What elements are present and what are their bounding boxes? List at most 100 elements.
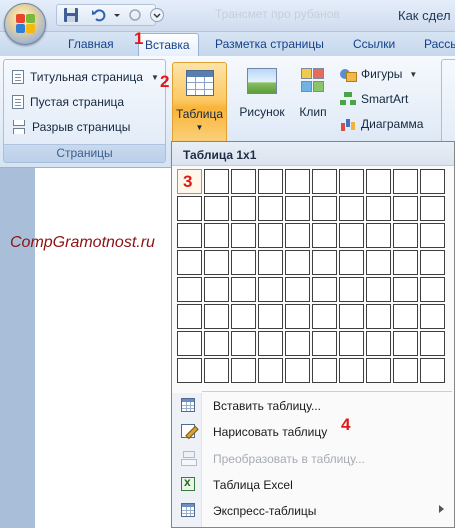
tab-references[interactable]: Ссылки (353, 37, 395, 51)
table-size-grid[interactable]: 3 (177, 169, 452, 384)
grid-cell[interactable] (285, 196, 310, 221)
grid-cell[interactable] (366, 358, 391, 383)
grid-cell[interactable] (177, 277, 202, 302)
grid-cell[interactable] (285, 331, 310, 356)
save-icon[interactable] (63, 7, 79, 23)
grid-cell[interactable] (312, 331, 337, 356)
shapes-button[interactable]: Фигуры ▼ (340, 64, 417, 84)
grid-cell[interactable] (420, 304, 445, 329)
tab-home[interactable]: Главная (68, 37, 114, 51)
grid-cell[interactable] (312, 196, 337, 221)
tab-insert[interactable]: Вставка (138, 33, 199, 57)
grid-cell[interactable] (366, 223, 391, 248)
grid-cell[interactable] (285, 250, 310, 275)
grid-cell[interactable] (258, 277, 283, 302)
blank-page-button[interactable]: Пустая страница (12, 92, 124, 112)
grid-cell[interactable] (177, 250, 202, 275)
grid-cell[interactable] (339, 223, 364, 248)
grid-cell[interactable] (204, 223, 229, 248)
grid-cell[interactable] (231, 358, 256, 383)
grid-cell[interactable] (339, 196, 364, 221)
grid-cell[interactable]: 3 (177, 169, 202, 194)
grid-cell[interactable] (393, 304, 418, 329)
grid-cell[interactable] (312, 169, 337, 194)
grid-cell[interactable] (312, 277, 337, 302)
grid-cell[interactable] (393, 250, 418, 275)
grid-cell[interactable] (366, 250, 391, 275)
grid-cell[interactable] (285, 277, 310, 302)
cover-page-button[interactable]: Титульная страница ▼ (12, 67, 159, 87)
grid-cell[interactable] (339, 250, 364, 275)
grid-cell[interactable] (393, 223, 418, 248)
clip-art-button[interactable]: Клип (294, 62, 332, 146)
grid-cell[interactable] (285, 223, 310, 248)
grid-cell[interactable] (366, 196, 391, 221)
grid-cell[interactable] (420, 277, 445, 302)
tab-mailings[interactable]: Рассы (424, 37, 455, 51)
grid-cell[interactable] (420, 196, 445, 221)
grid-cell[interactable] (339, 304, 364, 329)
grid-cell[interactable] (177, 358, 202, 383)
grid-cell[interactable] (420, 169, 445, 194)
grid-cell[interactable] (204, 169, 229, 194)
grid-cell[interactable] (204, 331, 229, 356)
grid-cell[interactable] (366, 169, 391, 194)
grid-cell[interactable] (312, 304, 337, 329)
grid-cell[interactable] (393, 358, 418, 383)
grid-cell[interactable] (177, 331, 202, 356)
redo-icon[interactable] (127, 7, 143, 23)
grid-cell[interactable] (258, 331, 283, 356)
grid-cell[interactable] (393, 169, 418, 194)
grid-cell[interactable] (366, 277, 391, 302)
grid-cell[interactable] (366, 331, 391, 356)
menu-item-excel-table[interactable]: Таблица Excel (172, 472, 454, 498)
grid-cell[interactable] (339, 358, 364, 383)
grid-cell[interactable] (204, 277, 229, 302)
grid-cell[interactable] (231, 331, 256, 356)
grid-cell[interactable] (420, 223, 445, 248)
chart-button[interactable]: Диаграмма (340, 114, 423, 134)
grid-cell[interactable] (420, 331, 445, 356)
grid-cell[interactable] (177, 304, 202, 329)
grid-cell[interactable] (258, 196, 283, 221)
grid-cell[interactable] (312, 223, 337, 248)
grid-cell[interactable] (204, 358, 229, 383)
grid-cell[interactable] (231, 196, 256, 221)
grid-cell[interactable] (339, 169, 364, 194)
grid-cell[interactable] (258, 169, 283, 194)
grid-cell[interactable] (312, 250, 337, 275)
grid-cell[interactable] (204, 250, 229, 275)
page-break-button[interactable]: Разрыв страницы (12, 117, 130, 137)
grid-cell[interactable] (231, 304, 256, 329)
grid-cell[interactable] (231, 223, 256, 248)
table-button[interactable]: Таблица ▼ (172, 62, 227, 146)
grid-cell[interactable] (204, 196, 229, 221)
grid-cell[interactable] (285, 304, 310, 329)
grid-cell[interactable] (177, 196, 202, 221)
picture-button[interactable]: Рисунок (236, 62, 288, 146)
grid-cell[interactable] (420, 358, 445, 383)
grid-cell[interactable] (258, 304, 283, 329)
grid-cell[interactable] (258, 223, 283, 248)
grid-cell[interactable] (177, 223, 202, 248)
grid-cell[interactable] (285, 169, 310, 194)
grid-cell[interactable] (393, 277, 418, 302)
grid-cell[interactable] (420, 250, 445, 275)
grid-cell[interactable] (339, 331, 364, 356)
grid-cell[interactable] (285, 358, 310, 383)
grid-cell[interactable] (393, 331, 418, 356)
undo-icon[interactable] (91, 7, 107, 23)
grid-cell[interactable] (258, 250, 283, 275)
menu-item-draw-table[interactable]: Нарисовать таблицу (172, 419, 454, 445)
menu-item-quick-tables[interactable]: Экспресс-таблицы (172, 498, 454, 524)
grid-cell[interactable] (231, 277, 256, 302)
tab-page-layout[interactable]: Разметка страницы (215, 37, 324, 51)
grid-cell[interactable] (393, 196, 418, 221)
grid-cell[interactable] (231, 250, 256, 275)
grid-cell[interactable] (339, 277, 364, 302)
grid-cell[interactable] (366, 304, 391, 329)
grid-cell[interactable] (231, 169, 256, 194)
customize-icon[interactable] (149, 7, 165, 23)
smartart-button[interactable]: SmartArt (340, 89, 408, 109)
document-page[interactable] (35, 168, 175, 528)
